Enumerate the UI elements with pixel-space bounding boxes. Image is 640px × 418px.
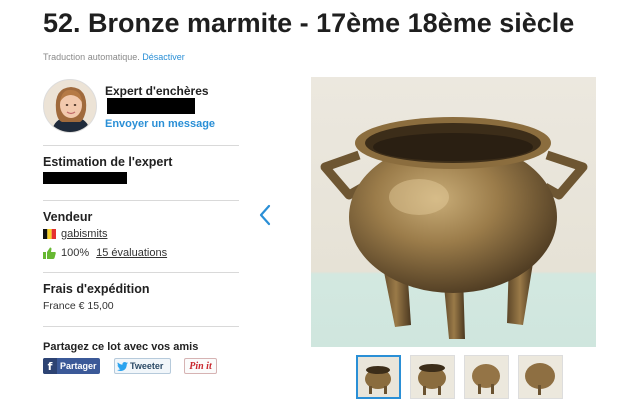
main-lot-image[interactable]	[311, 77, 596, 347]
shipping-section: Frais d'expédition France € 15,00	[43, 273, 239, 327]
seller-rating-row: 100% 15 évaluations	[43, 247, 167, 259]
translation-note: Traduction automatique.	[43, 52, 140, 62]
share-section: Partagez ce lot avec vos amis f Partager…	[43, 327, 239, 377]
translation-notice: Traduction automatique. Désactiver	[43, 52, 185, 62]
thumbnail-3[interactable]	[464, 355, 509, 399]
lot-title: 52. Bronze marmite - 17ème 18ème siècle	[43, 8, 575, 38]
twitter-share-button[interactable]: Tweeter	[114, 358, 171, 374]
facebook-icon: f	[43, 358, 57, 374]
share-heading: Partagez ce lot avec vos amis	[43, 341, 199, 353]
seller-username-link[interactable]: gabismits	[61, 228, 107, 240]
chevron-left-icon[interactable]	[257, 203, 273, 227]
seller-reviews-link[interactable]: 15 évaluations	[96, 247, 167, 259]
seller-heading: Vendeur	[43, 210, 93, 224]
seller-section: Vendeur gabismits 100% 15 évaluations	[43, 201, 239, 273]
seller-name-row: gabismits	[43, 228, 107, 240]
pinterest-share-button[interactable]: Pin it	[184, 358, 217, 374]
facebook-share-label: Partager	[60, 361, 97, 371]
twitter-bird-icon	[115, 361, 130, 371]
lot-sidebar: Expert d'enchères Envoyer un message Est…	[43, 75, 239, 377]
redacted-expert-name	[107, 98, 195, 114]
thumbnail-strip	[356, 355, 563, 399]
shipping-value: France € 15,00	[43, 300, 114, 312]
flag-belgium-icon	[43, 229, 56, 239]
thumbs-up-icon	[43, 247, 56, 259]
thumbnail-1[interactable]	[356, 355, 401, 399]
expert-avatar	[43, 79, 97, 133]
twitter-share-label: Tweeter	[130, 361, 164, 371]
expert-heading: Expert d'enchères	[105, 84, 209, 98]
expert-section: Expert d'enchères Envoyer un message	[43, 75, 239, 146]
facebook-share-button[interactable]: f Partager	[43, 358, 100, 374]
thumbnail-2[interactable]	[410, 355, 455, 399]
seller-rating: 100%	[61, 247, 90, 259]
thumbnail-4[interactable]	[518, 355, 563, 399]
redacted-estimate-value	[43, 172, 127, 184]
disable-translation-link[interactable]: Désactiver	[142, 52, 185, 62]
estimate-heading: Estimation de l'expert	[43, 155, 173, 169]
shipping-heading: Frais d'expédition	[43, 282, 150, 296]
estimate-section: Estimation de l'expert	[43, 146, 239, 201]
send-message-link[interactable]: Envoyer un message	[105, 118, 215, 130]
